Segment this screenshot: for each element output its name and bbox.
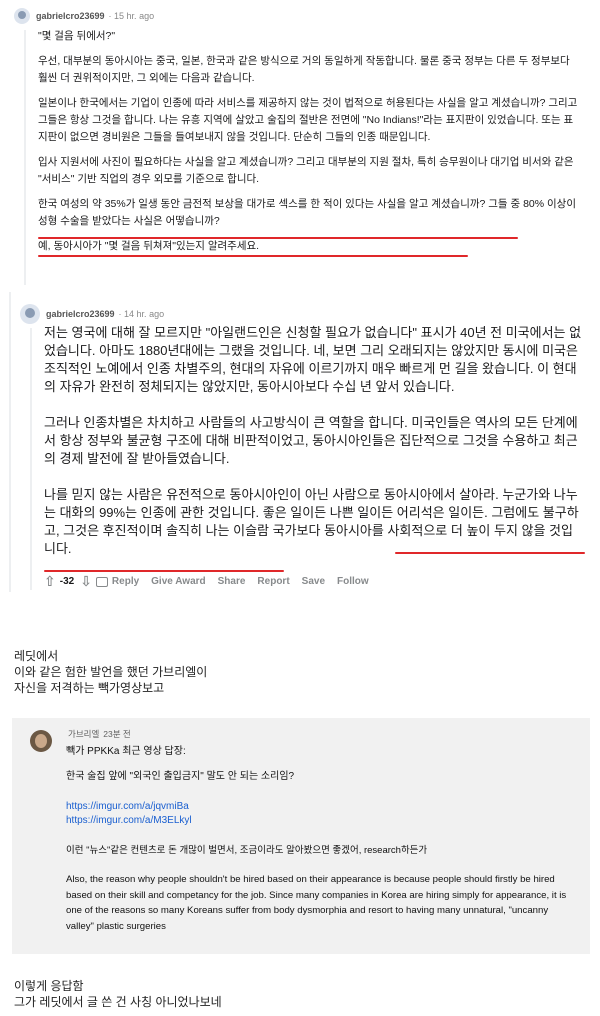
reply-question: 한국 술집 앞에 "외국인 출입금지" 말도 안 되는 소리임? <box>66 771 295 782</box>
avatar[interactable] <box>14 8 30 24</box>
youtube-reply: 가브리엘 23분 전 빽가 PPKKa 최근 영상 답장: 한국 술집 앞에 "외… <box>12 718 590 954</box>
follow-button[interactable]: Follow <box>337 576 369 587</box>
username[interactable]: 가브리엘 <box>68 729 99 739</box>
comment-body: "몇 걸음 뒤에서?" 우선, 대부분의 동아시아는 중국, 일본, 한국과 같… <box>38 28 578 263</box>
caption-line: 자신을 저격하는 빽가영상보고 <box>14 681 165 695</box>
reply-body: 한국 술집 앞에 "외국인 출입금지" 말도 안 되는 소리임? https:/… <box>66 770 578 934</box>
give-award-button[interactable]: Give Award <box>151 576 205 587</box>
imgur-link[interactable]: https://imgur.com/a/jqvmiBa <box>66 800 578 814</box>
comment-paragraph: 저는 영국에 대해 잘 모르지만 "아일랜드인은 신청할 필요가 없습니다" 표… <box>44 325 582 394</box>
caption-line: 이와 같은 험한 발언을 했던 가브리엘이 <box>14 665 208 679</box>
avatar[interactable] <box>20 304 40 324</box>
thread-line[interactable] <box>30 328 32 590</box>
thread-line[interactable] <box>9 292 11 592</box>
timestamp[interactable]: · 15 hr. ago <box>109 11 155 21</box>
share-button[interactable]: Share <box>218 576 246 587</box>
comment-paragraph: 입사 지원서에 사진이 필요하다는 사실을 알고 계셨습니까? 그리고 대부분의… <box>38 156 574 185</box>
report-button[interactable]: Report <box>257 576 289 587</box>
red-underline <box>44 570 284 572</box>
reddit-comment-1: gabrielcro23699 · 15 hr. ago "몇 걸음 뒤에서?"… <box>0 0 600 290</box>
thread-line[interactable] <box>24 30 26 285</box>
caption-line: 이렇게 응답함 <box>14 979 84 993</box>
avatar[interactable] <box>30 730 52 752</box>
username[interactable]: gabrielcro23699 <box>36 11 105 21</box>
link-list: https://imgur.com/a/jqvmiBa https://imgu… <box>66 800 578 828</box>
comment-paragraph: 일본이나 한국에서는 기업이 인종에 따라 서비스를 제공하지 않는 것이 법적… <box>38 97 578 143</box>
caption-line: 레딧에서 <box>14 649 59 663</box>
reply-button[interactable]: Reply <box>95 576 140 587</box>
reply-context: 빽가 PPKKa 최근 영상 답장: <box>66 746 186 757</box>
caption-line: 그가 레딧에서 글 쓴 건 사칭 아니었나보네 <box>14 995 222 1009</box>
comment-meta: 가브리엘 23분 전 <box>68 728 131 740</box>
red-underline <box>395 552 585 554</box>
reply-korean-text: 이런 "뉴스"같은 컨텐츠로 돈 개많이 벌면서, 조금이라도 알아봤으면 좋겠… <box>66 845 428 856</box>
comment-paragraph: 우선, 대부분의 동아시아는 중국, 일본, 한국과 같은 방식으로 거의 동일… <box>38 55 570 84</box>
comment-actions: ⇧ -32 ⇩ Reply Give Award Share Report Sa… <box>44 573 381 590</box>
comment-header: gabrielcro23699 · 14 hr. ago <box>20 304 164 324</box>
comment-paragraph: 한국 여성의 약 35%가 일생 동안 금전적 보상을 대가로 섹스를 한 적이… <box>38 198 576 227</box>
comment-body: 저는 영국에 대해 잘 모르지만 "아일랜드인은 신청할 필요가 없습니다" 표… <box>44 324 584 576</box>
comment-paragraph: "몇 걸음 뒤에서?" <box>38 30 116 42</box>
vote-score: -32 <box>59 576 75 587</box>
caption-bottom: 이렇게 응답함 그가 레딧에서 글 쓴 건 사칭 아니었나보네 <box>14 978 222 1010</box>
reply-label: Reply <box>111 576 140 587</box>
timestamp[interactable]: 23분 전 <box>103 729 130 739</box>
red-underline <box>38 255 468 257</box>
username[interactable]: gabrielcro23699 <box>46 309 115 319</box>
comment-paragraph: 나를 믿지 않는 사람은 유전적으로 동아시아인이 아닌 사람으로 동아시아에서… <box>44 487 579 556</box>
downvote-icon[interactable]: ⇩ <box>80 573 92 590</box>
comment-header: gabrielcro23699 · 15 hr. ago <box>14 8 154 24</box>
imgur-link[interactable]: https://imgur.com/a/M3ELkyl <box>66 814 578 828</box>
upvote-icon[interactable]: ⇧ <box>44 573 56 590</box>
red-underline <box>38 237 518 239</box>
reply-icon <box>95 576 108 587</box>
save-button[interactable]: Save <box>302 576 325 587</box>
comment-paragraph: 그러나 인종차별은 차치하고 사람들의 사고방식이 큰 역할을 합니다. 미국인… <box>44 415 578 466</box>
comment-paragraph: 예, 동아시아가 "몇 걸음 뒤쳐져"있는지 알려주세요. <box>38 240 260 252</box>
caption-top: 레딧에서 이와 같은 험한 발언을 했던 가브리엘이 자신을 저격하는 빽가영상… <box>14 648 207 696</box>
reply-english-text: Also, the reason why people shouldn't be… <box>66 874 567 932</box>
timestamp[interactable]: · 14 hr. ago <box>119 309 165 319</box>
reddit-comment-2: gabrielcro23699 · 14 hr. ago 저는 영국에 대해 잘… <box>0 292 600 598</box>
